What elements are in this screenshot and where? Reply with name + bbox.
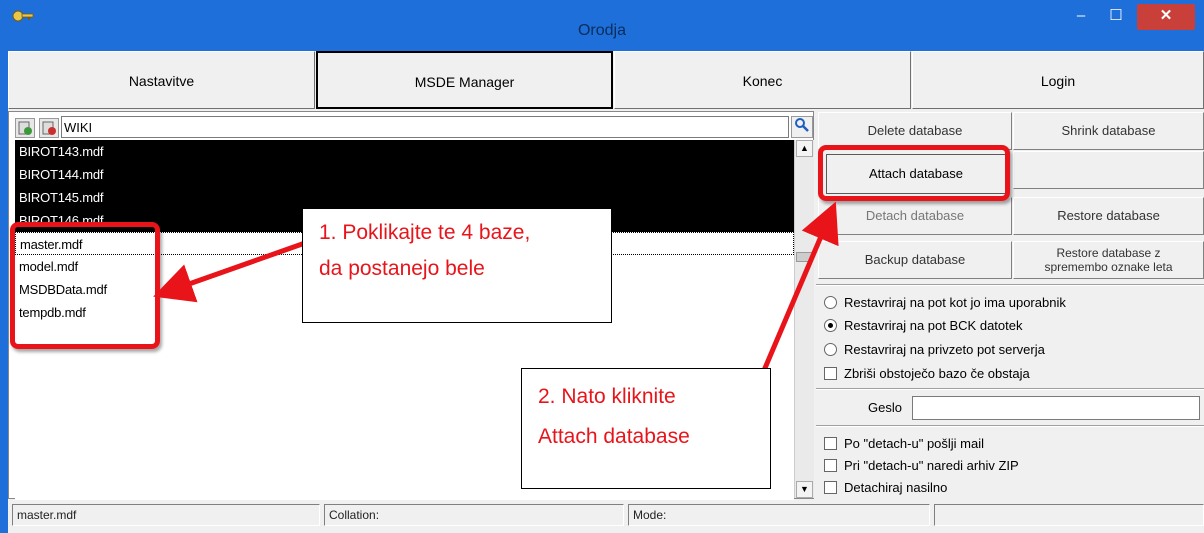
note1-line2: da postanejo bele bbox=[319, 257, 485, 280]
annotation-note-2: 2. Nato kliknite Attach database bbox=[521, 368, 771, 489]
annotation-note-1: 1. Poklikajte te 4 baze, da postanejo be… bbox=[302, 208, 612, 323]
note2-line1: 2. Nato kliknite bbox=[538, 385, 676, 408]
arrow-to-databases bbox=[153, 240, 306, 303]
note2-line2: Attach database bbox=[538, 425, 690, 448]
app-window: Orodja – ☐ ✕ Nastavitve MSDE Manager Kon… bbox=[0, 0, 1204, 533]
note1-line1: 1. Poklikajte te 4 baze, bbox=[319, 221, 531, 244]
